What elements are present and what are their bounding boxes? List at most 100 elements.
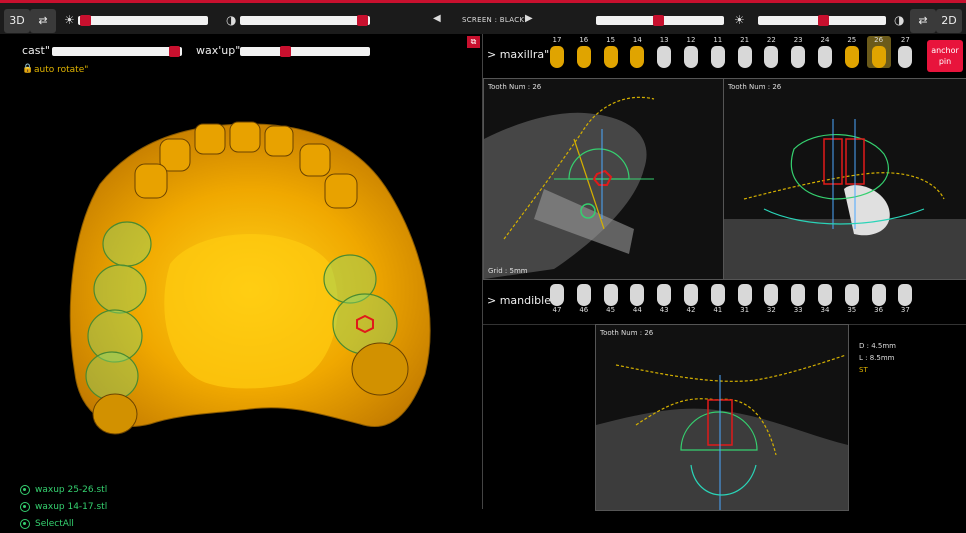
tooth-number: 24 [820, 36, 830, 44]
tooth-button-45[interactable]: 45 [599, 282, 623, 314]
contrast-icon: ◑ [226, 13, 237, 27]
brightness-slider-left-knob[interactable] [80, 15, 91, 26]
cast-opacity-slider[interactable] [52, 46, 182, 57]
tooth-button-47[interactable]: 47 [545, 282, 569, 314]
radio-icon[interactable] [20, 484, 30, 495]
tooth-button-34[interactable]: 34 [813, 282, 837, 314]
tooth-button-26[interactable]: 26 [866, 36, 891, 68]
tooth-icon [630, 46, 645, 68]
radio-icon[interactable] [20, 501, 30, 512]
implant-diameter: D : 4.5mm [859, 342, 896, 350]
tooth-button-23[interactable]: 23 [786, 36, 810, 68]
tooth-button-35[interactable]: 35 [840, 282, 864, 314]
tooth-icon [657, 284, 672, 306]
lock-icon[interactable]: 🔒 [22, 64, 33, 74]
tooth-icon [684, 46, 698, 68]
tooth-button-36[interactable]: 36 [867, 282, 891, 314]
tooth-icon [898, 284, 913, 306]
tooth-number: 27 [900, 36, 910, 44]
grid-label: Grid : 5mm [488, 267, 528, 275]
tooth-button-33[interactable]: 33 [786, 282, 810, 314]
dental-arch-3d-model[interactable] [60, 114, 440, 454]
select-all-item[interactable]: SelectAll [20, 516, 107, 533]
tooth-number: 11 [713, 36, 723, 44]
brightness-slider-right[interactable] [596, 15, 724, 26]
tooth-number: 22 [766, 36, 776, 44]
swap-view-right-icon[interactable]: ⇄ [910, 9, 936, 33]
contrast-slider-left[interactable] [240, 15, 370, 26]
cast-opacity-knob[interactable] [169, 46, 180, 57]
next-screen-arrow-icon[interactable]: ▶ [525, 13, 533, 24]
contrast-slider-right-knob[interactable] [818, 15, 829, 26]
tooth-number: 25 [847, 36, 857, 44]
implant-info: D : 4.5mm L : 8.5mm ST [859, 340, 896, 376]
tooth-button-22[interactable]: 22 [759, 36, 783, 68]
tooth-button-12[interactable]: 12 [679, 36, 703, 68]
ct-view-axial[interactable]: Tooth Num : 26 [595, 324, 849, 511]
tooth-button-16[interactable]: 16 [572, 36, 596, 68]
tooth-button-17[interactable]: 17 [545, 36, 569, 68]
prev-screen-arrow-icon[interactable]: ◀ [433, 13, 441, 24]
tooth-number: 31 [740, 306, 750, 314]
implant-length: L : 8.5mm [859, 354, 895, 362]
brightness-slider-right-knob[interactable] [653, 15, 664, 26]
implant-type: ST [859, 366, 868, 374]
tooth-icon [871, 46, 886, 68]
tooth-number: 41 [713, 306, 723, 314]
top-toolbar: 3D ⇄ ☀ ◑ ◀ SCREEN : BLACK" ▶ ☀ ◑ ⇄ 2D [0, 0, 966, 34]
tooth-button-32[interactable]: 32 [759, 282, 783, 314]
ct-view-coronal[interactable]: Tooth Num : 26 [723, 78, 966, 280]
tooth-icon [791, 46, 806, 68]
tooth-number: 16 [579, 36, 589, 44]
tooth-button-42[interactable]: 42 [679, 282, 703, 314]
tooth-number: 42 [686, 306, 696, 314]
tooth-button-46[interactable]: 46 [572, 282, 596, 314]
tooth-button-14[interactable]: 14 [625, 36, 649, 68]
tooth-button-21[interactable]: 21 [733, 36, 757, 68]
tooth-num-caption: Tooth Num : 26 [488, 83, 542, 91]
tooth-button-13[interactable]: 13 [652, 36, 676, 68]
screen-label: SCREEN : BLACK" [462, 16, 528, 24]
tooth-button-27[interactable]: 27 [893, 36, 917, 68]
maxilla-title: > maxillra" [487, 48, 550, 61]
anchor-pin-button[interactable]: anchor pin [927, 40, 963, 72]
contrast-slider-left-knob[interactable] [357, 15, 368, 26]
window-toggle-icon[interactable]: ⧉ [467, 36, 480, 48]
tooth-icon [871, 284, 886, 306]
swap-view-icon[interactable]: ⇄ [30, 9, 56, 33]
tooth-icon [764, 46, 779, 68]
tooth-button-24[interactable]: 24 [813, 36, 837, 68]
contrast-slider-right[interactable] [758, 15, 886, 26]
auto-rotate-toggle[interactable]: auto rotate" [34, 65, 88, 75]
tooth-button-11[interactable]: 11 [706, 36, 730, 68]
radio-icon[interactable] [20, 518, 30, 529]
waxup-opacity-knob[interactable] [280, 46, 291, 57]
tooth-number: 17 [552, 36, 562, 44]
mandible-tooth-bar: > mandible" 47 46 45 44 43 42 41 31 32 33 34 35 36 37 [483, 280, 966, 325]
file-item-waxup-14-17[interactable]: waxup 14-17.stl [20, 499, 107, 516]
tooth-icon [684, 284, 698, 306]
mode-3d-button[interactable]: 3D [4, 9, 30, 33]
tooth-button-15[interactable]: 15 [599, 36, 623, 68]
ct-view-sagittal[interactable]: Tooth Num : 26 Grid : 5mm [483, 78, 724, 280]
tooth-button-25[interactable]: 25 [840, 36, 864, 68]
ct-view-panel: > maxillra" 17 16 15 14 13 12 11 21 22 23 24 25 26 27… [482, 34, 966, 511]
model-3d-panel[interactable]: cast" wax'up" 🔒 auto rotate" ⧉ waxup 25-… [0, 34, 482, 529]
tooth-icon [603, 284, 618, 306]
waxup-opacity-slider[interactable] [240, 46, 370, 57]
tooth-button-44[interactable]: 44 [625, 282, 649, 314]
mode-2d-button[interactable]: 2D [936, 9, 962, 33]
tooth-button-43[interactable]: 43 [652, 282, 676, 314]
tooth-button-37[interactable]: 37 [893, 282, 917, 314]
brightness-slider-left[interactable] [78, 15, 208, 26]
tooth-number: 34 [820, 306, 830, 314]
tooth-button-41[interactable]: 41 [706, 282, 730, 314]
tooth-icon [710, 46, 725, 68]
tooth-number: 12 [686, 36, 696, 44]
tooth-number: 14 [632, 36, 642, 44]
tooth-number: 35 [847, 306, 857, 314]
ct-axial-image [596, 354, 848, 510]
file-item-waxup-25-26[interactable]: waxup 25-26.stl [20, 482, 107, 499]
waxup-label: wax'up" [196, 44, 241, 57]
tooth-button-31[interactable]: 31 [733, 282, 757, 314]
